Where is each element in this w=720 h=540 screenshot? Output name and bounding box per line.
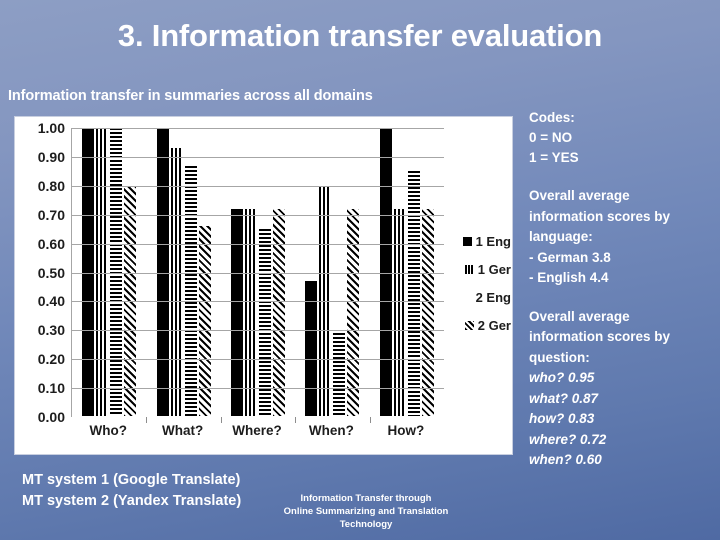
- y-axis-tick-label: 0.80: [37, 177, 65, 194]
- axis-baseline: [72, 416, 444, 417]
- codes-line: 1 = YES: [529, 150, 579, 165]
- question-score-item: what? 0.87: [529, 390, 599, 406]
- bar: [333, 333, 346, 417]
- bar: [231, 208, 244, 417]
- bar: [245, 208, 258, 417]
- legend-swatch-icon: [464, 320, 474, 330]
- codes-line: 0 = NO: [529, 130, 573, 145]
- gridline: [72, 272, 444, 274]
- codes-heading: Codes:: [529, 110, 575, 125]
- gridline: [72, 359, 444, 361]
- bar: [184, 165, 197, 417]
- question-scores-items: who? 0.95 what? 0.87 how? 0.83 where? 0.72 w…: [529, 368, 715, 471]
- bar: [421, 208, 434, 417]
- y-axis-tick-label: 0.50: [37, 264, 65, 281]
- footer-line: Information Transfer through: [300, 493, 432, 504]
- y-axis-tick-label: 0.40: [37, 293, 65, 310]
- bar: [347, 208, 360, 417]
- codes-lines: 0 = NO 1 = YES: [529, 128, 715, 168]
- legend-label: 2 Ger: [477, 317, 511, 333]
- legend-label: 1 Ger: [477, 261, 511, 277]
- language-score-item: - English 4.4: [529, 270, 609, 285]
- x-axis-tick-label: Where?: [232, 423, 282, 438]
- gridline: [72, 156, 444, 158]
- y-axis-tick-label: 1.00: [37, 120, 65, 136]
- gridline: [72, 185, 444, 187]
- x-axis-tick-label: Who?: [89, 423, 127, 438]
- bar: [393, 208, 406, 417]
- footer-line: Online Summarizing and Translation: [283, 506, 449, 517]
- bar: [273, 208, 286, 417]
- question-scores-block: Overall average information scores by ques…: [529, 307, 715, 471]
- gridline: [72, 301, 444, 303]
- legend-item: 2 Eng: [459, 283, 511, 311]
- y-axis-tick-label: 0.10: [37, 380, 65, 397]
- legend-swatch-icon: [463, 293, 472, 302]
- legend-item: 1 Eng: [459, 227, 511, 255]
- right-column: Codes: 0 = NO 1 = YES Overall average info…: [529, 108, 715, 489]
- legend-swatch-icon: [462, 236, 472, 246]
- gridline: [72, 330, 444, 332]
- plot-wrap: 1.00 0.90 0.80 0.70 0.60 0.50 0.40 0.30 0.20 0.10…: [15, 117, 514, 456]
- y-axis-tick-label: 0.30: [37, 322, 65, 339]
- language-score-item: - German 3.8: [529, 249, 611, 265]
- mt-system-line: MT system 1 (Google Translate): [22, 472, 241, 488]
- y-axis-tick-label: 0.90: [37, 148, 65, 165]
- page-title: 3. Information transfer evaluation: [117, 18, 603, 53]
- chart-panel: 1.00 0.90 0.80 0.70 0.60 0.50 0.40 0.30 0.20 0.10…: [14, 116, 513, 455]
- y-axis-tick-label: 0.60: [37, 235, 65, 252]
- gridline: [72, 243, 444, 245]
- legend-swatch-icon: [464, 264, 474, 274]
- language-scores-heading-line: Overall average: [529, 188, 630, 203]
- question-scores-heading-line: information scores by: [529, 329, 671, 344]
- x-axis-tick-label: What?: [161, 423, 204, 438]
- language-scores-heading: Overall average information scores by lang…: [529, 186, 715, 248]
- legend-item: 1 Ger: [459, 255, 511, 283]
- bar: [407, 171, 420, 417]
- y-axis-tick-label: 0.00: [37, 409, 65, 425]
- x-axis-tick-label: When?: [308, 423, 354, 438]
- y-axis-labels: 1.00 0.90 0.80 0.70 0.60 0.50 0.40 0.30 0.20 0.10…: [21, 117, 65, 456]
- mt-system-line: MT system 2 (Yandex Translate): [22, 493, 242, 509]
- question-score-item: where? 0.72: [529, 431, 607, 447]
- gridline: [72, 128, 444, 129]
- x-axis-tick-label: How?: [387, 423, 425, 438]
- language-scores-items: - German 3.8 - English 4.4: [529, 248, 715, 289]
- codes-block: Codes: 0 = NO 1 = YES: [529, 108, 715, 168]
- y-axis-tick-label: 0.20: [37, 351, 65, 368]
- legend-item: 2 Ger: [459, 311, 511, 339]
- gridline: [72, 214, 444, 216]
- chart-caption: Information transfer in summaries across…: [8, 88, 373, 104]
- question-scores-heading-line: Overall average: [529, 308, 630, 324]
- plot-area: [71, 128, 444, 423]
- question-score-item: who? 0.95: [529, 370, 595, 385]
- question-score-item: how? 0.83: [529, 411, 595, 426]
- mt-system-notes: MT system 1 (Google Translate) MT system …: [22, 470, 241, 512]
- x-axis-labels: Who? What? Where? When? How?: [71, 423, 443, 438]
- legend-label: 1 Eng: [475, 233, 511, 249]
- legend-label: 2 Eng: [475, 289, 511, 305]
- language-scores-heading-line: language:: [529, 229, 593, 244]
- slide: 3. Information transfer evaluation Infor…: [0, 0, 720, 540]
- chart-legend: 1 Eng 1 Ger 2 Eng 2 Ger: [459, 227, 511, 339]
- language-scores-heading-line: information scores by: [529, 208, 671, 224]
- question-scores-heading: Overall average information scores by ques…: [529, 307, 715, 369]
- question-scores-heading-line: question:: [529, 349, 590, 365]
- question-score-item: when? 0.60: [529, 452, 602, 467]
- footer-line: Technology: [339, 519, 393, 530]
- y-axis-tick-label: 0.70: [37, 206, 65, 223]
- language-scores-block: Overall average information scores by lang…: [529, 186, 715, 289]
- gridline: [72, 388, 444, 390]
- slide-footer: Information Transfer through Online Summa…: [258, 492, 474, 531]
- bar: [170, 148, 183, 417]
